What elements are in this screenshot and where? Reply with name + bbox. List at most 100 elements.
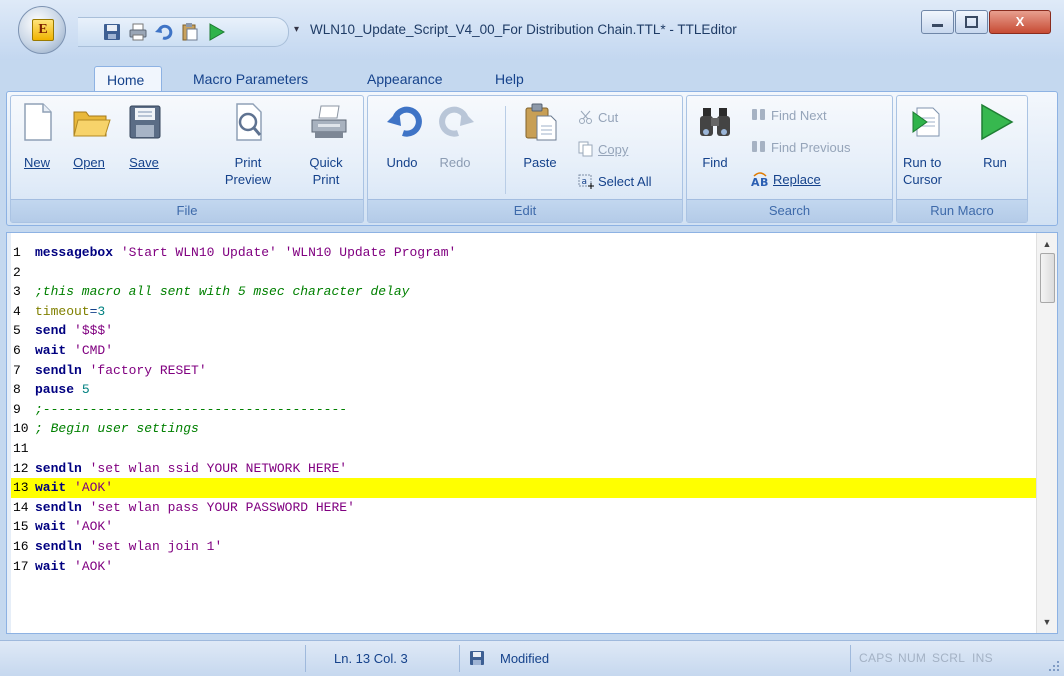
- code-line[interactable]: 6 wait 'CMD': [11, 341, 1037, 361]
- search-group-label: Search: [687, 199, 892, 222]
- line-number: 9: [13, 401, 21, 417]
- code-line[interactable]: 7 sendln 'factory RESET': [11, 361, 1037, 381]
- cut-label: Cut: [598, 110, 619, 125]
- line-number: 17: [13, 558, 29, 574]
- search-group: Find Find Next Find Previous A B Replace S…: [686, 95, 893, 223]
- code-area[interactable]: 1 messagebox 'Start WLN10 Update' 'WLN10 …: [11, 243, 1037, 576]
- code-line[interactable]: 1 messagebox 'Start WLN10 Update' 'WLN10 …: [11, 243, 1037, 263]
- num-indicator: NUM: [898, 651, 927, 665]
- file-group-label: File: [11, 199, 363, 222]
- replace-button[interactable]: A B Replace: [751, 170, 821, 190]
- code-line[interactable]: 4 timeout=3: [11, 302, 1037, 322]
- paste-icon[interactable]: [180, 22, 200, 42]
- code-line[interactable]: 9 ;--------------------------------------…: [11, 400, 1037, 420]
- print-preview-icon: [231, 102, 265, 141]
- find-previous-icon: [751, 139, 767, 155]
- code-line[interactable]: 3 ;this macro all sent with 5 msec charac…: [11, 282, 1037, 302]
- run-macro-group: Run to Cursor Run Run Macro: [896, 95, 1028, 223]
- code-line[interactable]: 13 wait 'AOK': [11, 478, 1037, 498]
- line-number: 13: [13, 480, 29, 496]
- code-line[interactable]: 17 wait 'AOK': [11, 557, 1037, 577]
- scissors-icon: [578, 109, 594, 125]
- code-line[interactable]: 16 sendln 'set wlan join 1': [11, 537, 1037, 557]
- tab-macro-parameters[interactable]: Macro Parameters: [181, 66, 320, 92]
- save-button[interactable]: Save: [124, 102, 164, 171]
- application-button[interactable]: E: [18, 6, 66, 54]
- caps-indicator: CAPS: [859, 651, 893, 665]
- scroll-up-icon[interactable]: ▲: [1037, 235, 1057, 253]
- save-icon[interactable]: [102, 22, 122, 42]
- scroll-thumb[interactable]: [1040, 253, 1055, 303]
- undo-button[interactable]: Undo: [382, 102, 422, 171]
- code-token: ;this macro all sent with 5 msec charact…: [35, 284, 410, 300]
- code-line[interactable]: 5 send '$$$': [11, 321, 1037, 341]
- code-token: 'factory RESET': [89, 362, 207, 378]
- close-button[interactable]: X: [989, 10, 1051, 34]
- print-icon[interactable]: [128, 22, 148, 42]
- find-label: Find: [702, 155, 728, 170]
- find-previous-button[interactable]: Find Previous: [751, 138, 850, 158]
- quick-print-button[interactable]: Quick Print: [301, 102, 351, 188]
- code-line[interactable]: 2: [11, 263, 1037, 283]
- tab-appearance[interactable]: Appearance: [355, 66, 455, 92]
- customize-toolbar-icon[interactable]: ▾: [294, 24, 299, 35]
- printer-icon: [309, 102, 347, 138]
- ribbon: New Open Save Print Preview Quick Print …: [6, 91, 1058, 226]
- run-icon[interactable]: [206, 22, 226, 42]
- print-preview-label-2: Preview: [224, 172, 272, 187]
- code-token: 'Start WLN10 Update': [120, 245, 277, 260]
- line-number: 5: [13, 323, 21, 339]
- quick-print-label-1: Quick: [309, 155, 343, 170]
- maximize-button[interactable]: [955, 10, 988, 34]
- run-button[interactable]: Run: [973, 102, 1017, 171]
- code-line[interactable]: 15 wait 'AOK': [11, 517, 1037, 537]
- code-token: messagebox: [35, 245, 114, 260]
- code-token: sendln: [35, 460, 82, 476]
- code-line[interactable]: 10 ; Begin user settings: [11, 419, 1037, 439]
- copy-label: Copy: [598, 142, 629, 157]
- copy-button[interactable]: Copy: [578, 140, 628, 160]
- code-line[interactable]: 11: [11, 439, 1037, 459]
- code-token: 3: [97, 303, 106, 319]
- redo-button[interactable]: Redo: [435, 102, 475, 171]
- paste-button[interactable]: Paste: [518, 102, 562, 171]
- tab-home[interactable]: Home: [94, 66, 162, 92]
- code-token: ; Begin user settings: [35, 421, 199, 437]
- select-all-icon: a: [578, 173, 594, 189]
- modified-disk-icon: [469, 641, 487, 676]
- code-token: sendln: [35, 362, 82, 378]
- select-all-button[interactable]: a Select All: [578, 172, 651, 192]
- code-token: sendln: [35, 538, 82, 554]
- code-editor[interactable]: 1 messagebox 'Start WLN10 Update' 'WLN10 …: [6, 232, 1058, 634]
- code-line[interactable]: 14 sendln 'set wlan pass YOUR PASSWORD HE…: [11, 498, 1037, 518]
- resize-grip-icon[interactable]: [1042, 652, 1062, 674]
- line-number: 12: [13, 460, 29, 476]
- line-number: 3: [13, 284, 21, 300]
- cut-button[interactable]: Cut: [578, 108, 618, 128]
- new-button[interactable]: New: [17, 102, 57, 171]
- minimize-button[interactable]: [921, 10, 954, 34]
- line-number: 16: [13, 538, 29, 554]
- run-to-cursor-button[interactable]: Run to Cursor: [903, 102, 953, 188]
- print-preview-button[interactable]: Print Preview: [218, 102, 278, 188]
- close-icon: X: [1015, 14, 1025, 29]
- tab-help[interactable]: Help: [483, 66, 536, 92]
- undo-icon[interactable]: [154, 22, 174, 42]
- find-next-button[interactable]: Find Next: [751, 106, 827, 126]
- code-line[interactable]: 12 sendln 'set wlan ssid YOUR NETWORK HER…: [11, 459, 1037, 479]
- line-number: 7: [13, 362, 21, 378]
- code-token: 'AOK': [74, 558, 114, 574]
- scroll-down-icon[interactable]: ▼: [1037, 613, 1057, 631]
- code-token: pause: [35, 382, 75, 398]
- code-line[interactable]: 8 pause 5: [11, 380, 1037, 400]
- find-button[interactable]: Find: [695, 102, 735, 171]
- vertical-scrollbar[interactable]: ▲ ▼: [1036, 233, 1057, 633]
- floppy-disk-icon: [127, 102, 161, 139]
- open-button[interactable]: Open: [66, 102, 112, 171]
